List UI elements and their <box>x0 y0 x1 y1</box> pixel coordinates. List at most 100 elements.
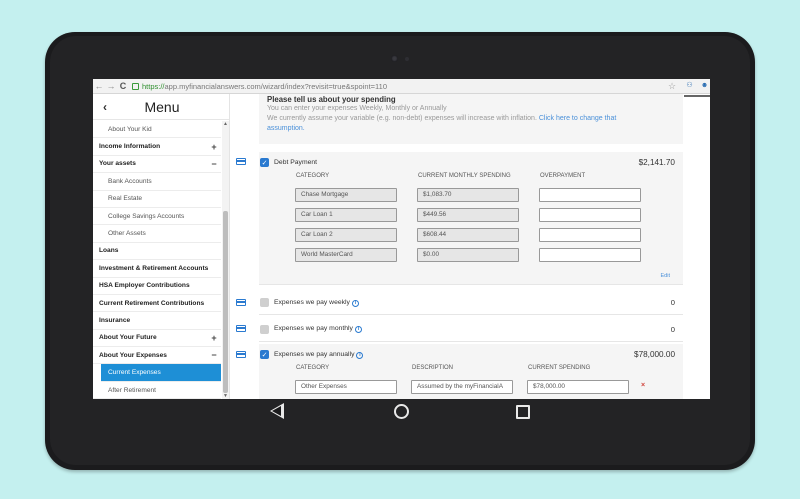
weekly-expenses-panel: Expenses we pay weekly i 0 <box>236 290 683 315</box>
info-icon[interactable]: i <box>356 351 364 359</box>
sidebar-item-about-your-kid[interactable]: About Your Kid <box>93 121 221 139</box>
sidebar-item-label: About Your Expenses <box>99 351 167 359</box>
sidebar-scrollbar[interactable]: ▲ ▼ <box>222 121 229 399</box>
sidebar-item-label: Loans <box>99 247 119 255</box>
collapse-minus-icon[interactable]: − <box>207 159 221 169</box>
debt-payment-total: $2,141.70 <box>638 158 675 167</box>
menu-header: ‹ Menu <box>93 94 229 120</box>
sidebar-item-label: Current Retirement Contributions <box>99 299 205 307</box>
sidebar-item-about-your-future[interactable]: About Your Future + <box>93 330 221 348</box>
monthly-expenses-title: Expenses we pay monthly <box>274 325 353 332</box>
extension-icon[interactable]: ⚇ <box>684 81 695 91</box>
weekly-expenses-checkbox[interactable] <box>260 298 269 307</box>
sidebar-item-hsa-employer[interactable]: HSA Employer Contributions <box>93 278 221 295</box>
sidebar-item-college-savings[interactable]: College Savings Accounts <box>93 208 221 226</box>
debt-payment-checkbox[interactable]: ✓ <box>260 158 269 167</box>
menu-back-chevron-icon[interactable]: ‹ <box>93 100 117 114</box>
table-row: Other Expenses Assumed by the myFinancia… <box>259 377 683 397</box>
sidebar-item-label: Insurance <box>99 316 131 324</box>
sidebar-item-real-estate[interactable]: Real Estate <box>93 191 221 208</box>
sidebar-item-label: About Your Kid <box>108 125 152 133</box>
screen: ← → C https://app.myfinancialanswers.com… <box>93 79 710 399</box>
info-icon[interactable]: i <box>351 299 359 307</box>
overpayment-input[interactable] <box>539 188 641 202</box>
collapse-minus-icon[interactable]: − <box>207 350 221 360</box>
sidebar-item-label: College Savings Accounts <box>108 212 185 220</box>
annual-current-spending-input[interactable]: $78,000.00 <box>527 380 629 394</box>
annual-title-wrap: Expenses we pay annually i <box>274 351 634 359</box>
table-row: Car Loan 1 $449.56 <box>259 205 683 225</box>
credit-card-icon <box>236 299 246 306</box>
monthly-expenses-checkbox[interactable] <box>260 324 269 334</box>
expand-plus-icon[interactable]: + <box>207 142 221 152</box>
intro-line-2: We currently assume your variable (e.g. … <box>267 114 675 124</box>
sidebar-item-label: Bank Accounts <box>108 177 152 185</box>
url-field[interactable]: https://app.myfinancialanswers.com/wizar… <box>142 82 668 91</box>
debt-column-headers: CATEGORY CURRENT MONTHLY SPENDING OVERPA… <box>259 173 683 185</box>
scroll-up-icon[interactable]: ▲ <box>223 121 228 127</box>
category-field: Car Loan 2 <box>295 228 397 242</box>
current-spending-field: $1,083.70 <box>417 188 519 202</box>
sidebar-item-about-your-expenses[interactable]: About Your Expenses − <box>93 347 221 365</box>
sidebar-item-investment-retirement[interactable]: Investment & Retirement Accounts <box>93 260 221 278</box>
bookmark-star-icon[interactable]: ☆ <box>668 81 680 92</box>
col-category: CATEGORY <box>296 365 330 371</box>
annual-expenses-total: $78,000.00 <box>634 350 675 359</box>
edit-debts-link[interactable]: Edit <box>661 273 670 279</box>
reload-icon[interactable]: C <box>117 79 129 94</box>
table-row: Car Loan 2 $608.44 <box>259 225 683 245</box>
sidebar-item-current-retirement[interactable]: Current Retirement Contributions <box>93 295 221 313</box>
sidebar-item-income-information[interactable]: Income Information + <box>93 138 221 156</box>
scrollbar-thumb[interactable] <box>223 211 228 393</box>
sidebar-item-label: Your assets <box>99 160 136 168</box>
android-recents-icon[interactable] <box>516 405 530 419</box>
inflation-assumption-link[interactable]: Click here to change that <box>539 115 616 122</box>
sidebar-item-bank-accounts[interactable]: Bank Accounts <box>93 173 221 191</box>
intro-line-2-text: We currently assume your variable (e.g. … <box>267 115 539 122</box>
expand-plus-icon[interactable]: + <box>207 333 221 343</box>
page-title: Please tell us about your spending <box>267 95 396 104</box>
sidebar-item-label: Real Estate <box>108 195 143 203</box>
table-row: World MasterCard $0.00 <box>259 245 683 265</box>
sidebar-item-your-assets[interactable]: Your assets − <box>93 156 221 174</box>
url-path: app.myfinancialanswers.com/wizard/index?… <box>164 81 387 91</box>
sidebar-item-insurance[interactable]: Insurance <box>93 312 221 330</box>
overpayment-input[interactable] <box>539 248 641 262</box>
intro-line-1: You can enter your expenses Weekly, Mont… <box>267 105 447 112</box>
main-content: Please tell us about your spending You c… <box>230 94 710 399</box>
info-icon[interactable]: i <box>354 326 362 333</box>
overpayment-input[interactable] <box>539 228 641 242</box>
delete-row-icon[interactable]: × <box>641 382 645 389</box>
sidebar-item-label: Current Expenses <box>108 369 161 377</box>
secure-lock-icon <box>132 82 139 90</box>
android-back-icon[interactable] <box>270 403 284 419</box>
sidebar-item-after-retirement[interactable]: After Retirement <box>93 382 221 399</box>
forward-arrow-icon[interactable]: → <box>105 79 117 94</box>
url-scheme: https:// <box>142 81 165 91</box>
sidebar-item-current-expenses[interactable]: Current Expenses <box>101 364 221 382</box>
sidebar-item-loans[interactable]: Loans <box>93 243 221 261</box>
back-arrow-icon[interactable]: ← <box>93 79 105 94</box>
profile-icon[interactable]: ☻ <box>699 81 710 91</box>
table-row: Chase Mortgage $1,083.70 <box>259 185 683 205</box>
inflation-assumption-link-cont[interactable]: assumption. <box>267 125 305 132</box>
category-field: Chase Mortgage <box>295 188 397 202</box>
overpayment-input[interactable] <box>539 208 641 222</box>
main-scrollbar[interactable] <box>684 94 710 97</box>
category-field: Car Loan 1 <box>295 208 397 222</box>
current-spending-field: $608.44 <box>417 228 519 242</box>
monthly-expenses-panel: Expenses we pay monthly i 0 <box>236 316 683 342</box>
intro-line-3: assumption. <box>267 124 675 134</box>
credit-card-icon <box>236 325 246 332</box>
annual-expenses-header: ✓ Expenses we pay annually i $78,000.00 <box>236 344 683 365</box>
annual-description-input[interactable]: Assumed by the myFinancialA <box>411 380 513 394</box>
android-home-icon[interactable] <box>394 404 409 419</box>
scroll-down-icon[interactable]: ▼ <box>223 393 228 399</box>
front-camera <box>391 55 398 62</box>
sidebar-item-other-assets[interactable]: Other Assets <box>93 225 221 243</box>
annual-category-input[interactable]: Other Expenses <box>295 380 397 394</box>
weekly-expenses-header: Expenses we pay weekly i 0 <box>236 290 683 315</box>
sidebar-menu: ‹ Menu About Your Kid Income Information… <box>93 94 230 399</box>
annual-expenses-checkbox[interactable]: ✓ <box>260 350 269 359</box>
col-overpayment: OVERPAYMENT <box>540 173 586 179</box>
